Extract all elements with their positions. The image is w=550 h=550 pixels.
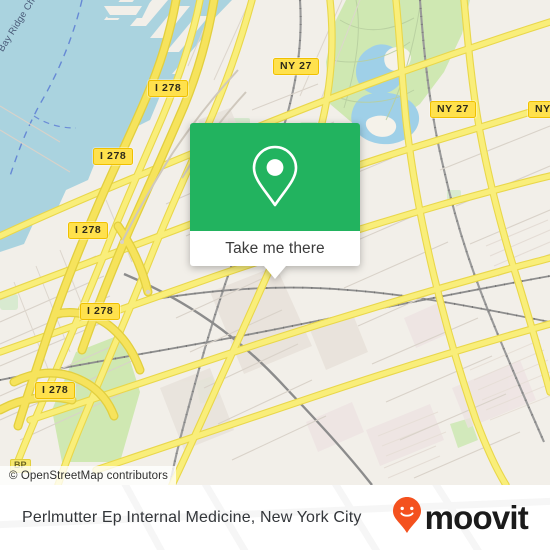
highway-shield-i278[interactable]: I 278 (35, 382, 76, 399)
location-popup[interactable]: Take me there (190, 123, 360, 279)
popup-tail (264, 266, 286, 279)
highway-shield-i278[interactable]: I 278 (68, 222, 109, 239)
highway-shield-i278[interactable]: I 278 (148, 80, 189, 97)
moovit-wordmark: moovit (424, 499, 529, 536)
map-attribution[interactable]: © OpenStreetMap contributors (0, 466, 176, 485)
highway-shield-ny27[interactable]: NY (528, 101, 550, 118)
attribution-text: © OpenStreetMap contributors (9, 469, 168, 482)
footer-bar: Perlmutter Ep Internal Medicine, New Yor… (0, 485, 550, 550)
popup-image-area (190, 123, 360, 231)
page-title: Perlmutter Ep Internal Medicine, New Yor… (22, 508, 362, 526)
map-canvas[interactable]: Bay Ridge Channel I 278 I 278 I 278 I 27… (0, 0, 550, 485)
moovit-map-screenshot: Bay Ridge Channel I 278 I 278 I 278 I 27… (0, 0, 550, 550)
take-me-there-button[interactable]: Take me there (225, 240, 325, 258)
highway-shield-i278[interactable]: I 278 (80, 303, 121, 320)
popup-action-bar[interactable]: Take me there (190, 231, 360, 266)
highway-shield-ny27[interactable]: NY 27 (430, 101, 476, 118)
highway-shield-ny27[interactable]: NY 27 (273, 58, 319, 75)
map-pin-icon (248, 143, 302, 211)
moovit-logo[interactable]: moovit (392, 496, 529, 539)
moovit-pin-icon (392, 496, 422, 539)
highway-shield-i278[interactable]: I 278 (93, 148, 134, 165)
